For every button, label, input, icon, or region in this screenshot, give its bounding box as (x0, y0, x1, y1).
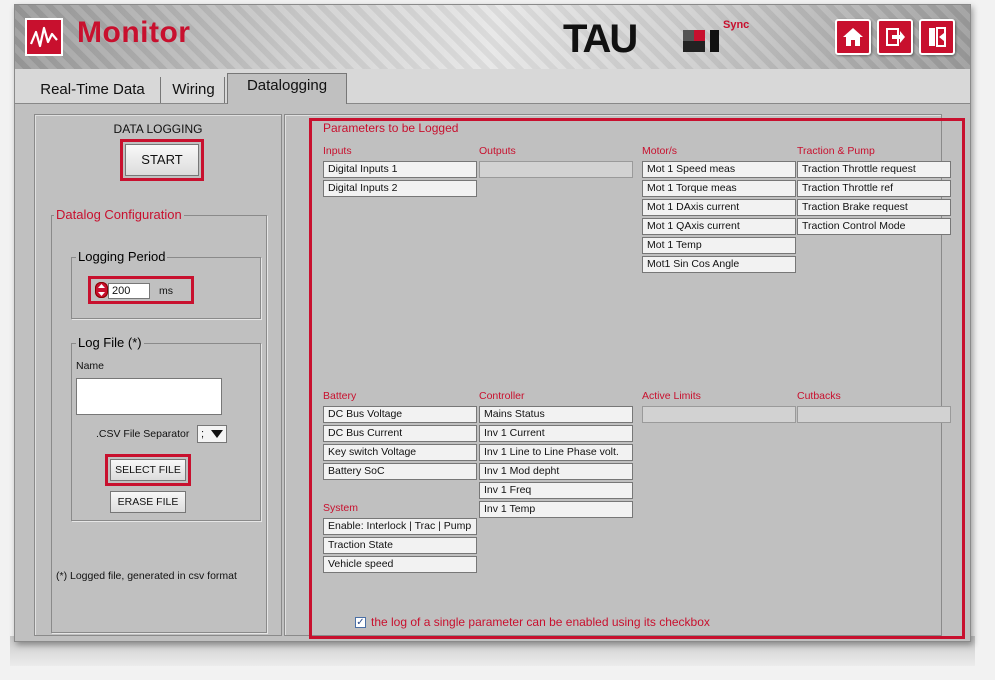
logout-icon (929, 27, 946, 47)
brand-name: TAU (563, 17, 638, 61)
home-button[interactable] (835, 19, 871, 55)
battery-title: Battery (323, 390, 357, 402)
param-digital-inputs-1[interactable]: Digital Inputs 1 (323, 161, 477, 178)
parameters-title: Parameters to be Logged (321, 121, 461, 135)
name-label: Name (76, 360, 105, 372)
param-mot1-sincos[interactable]: Mot1 Sin Cos Angle (642, 256, 796, 273)
brand-sync-label: Sync (723, 19, 750, 31)
param-traction-control-mode[interactable]: Traction Control Mode (797, 218, 951, 235)
param-mot1-temp[interactable]: Mot 1 Temp (642, 237, 796, 254)
tab-datalogging[interactable]: Datalogging (227, 73, 347, 104)
system-title: System (323, 502, 359, 514)
csv-separator-label: .CSV File Separator (96, 428, 190, 440)
erase-file-button[interactable]: ERASE FILE (110, 491, 186, 513)
param-mains-status[interactable]: Mains Status (479, 406, 633, 423)
logging-period-label: Logging Period (76, 249, 168, 264)
app-header: Monitor TAU Sync (15, 5, 970, 69)
csv-separator-value: ; (201, 428, 205, 440)
param-traction-throttle-ref[interactable]: Traction Throttle ref (797, 180, 951, 197)
period-input[interactable]: 200 (108, 283, 150, 299)
param-mot1-daxis[interactable]: Mot 1 DAxis current (642, 199, 796, 216)
param-inv1-current[interactable]: Inv 1 Current (479, 425, 633, 442)
home-icon (843, 28, 863, 46)
motors-title: Motor/s (642, 145, 678, 157)
checkbox-note: the log of a single parameter can be ena… (371, 615, 710, 629)
param-dc-bus-voltage[interactable]: DC Bus Voltage (323, 406, 477, 423)
log-file-group: Log File (*) Name .CSV File Separator ; … (71, 335, 261, 521)
param-traction-state[interactable]: Traction State (323, 537, 477, 554)
brand-block-icon (683, 30, 705, 52)
csv-separator-select[interactable]: ; (197, 425, 227, 443)
param-traction-brake-request[interactable]: Traction Brake request (797, 199, 951, 216)
period-unit: ms (159, 285, 173, 297)
select-file-button[interactable]: SELECT FILE (110, 459, 186, 481)
tab-wiring[interactable]: Wiring (163, 77, 225, 103)
param-traction-throttle-request[interactable]: Traction Throttle request (797, 161, 951, 178)
tab-real-time-data[interactable]: Real-Time Data (25, 77, 161, 103)
param-digital-inputs-2[interactable]: Digital Inputs 2 (323, 180, 477, 197)
log-file-label: Log File (*) (76, 335, 144, 350)
data-logging-title: DATA LOGGING (113, 122, 203, 136)
brand-bar (710, 30, 719, 52)
start-button[interactable]: START (125, 144, 199, 176)
param-battery-soc[interactable]: Battery SoC (323, 463, 477, 480)
param-key-switch-voltage[interactable]: Key switch Voltage (323, 444, 477, 461)
log-file-name-input[interactable] (76, 378, 222, 415)
note-checkbox: ✓ (355, 617, 366, 628)
param-mot1-qaxis[interactable]: Mot 1 QAxis current (642, 218, 796, 235)
param-inv1-temp[interactable]: Inv 1 Temp (479, 501, 633, 518)
datalog-configuration-group: Datalog Configuration Logging Period 200… (51, 207, 267, 633)
monitor-logo-icon (25, 18, 63, 56)
param-inv1-line-phase-volt[interactable]: Inv 1 Line to Line Phase volt. (479, 444, 633, 461)
traction-title: Traction & Pump (797, 145, 875, 157)
cutbacks-title: Cutbacks (797, 390, 841, 402)
logging-period-group: Logging Period 200 ms (71, 249, 261, 319)
parameters-pane: Parameters to be Logged Inputs Digital I… (284, 114, 965, 639)
param-inv1-mod-depht[interactable]: Inv 1 Mod depht (479, 463, 633, 480)
logout-button[interactable] (919, 19, 955, 55)
param-mot1-torque[interactable]: Mot 1 Torque meas (642, 180, 796, 197)
param-outputs-empty (479, 161, 633, 178)
exit-button[interactable] (877, 19, 913, 55)
datalogging-control-pane: DATA LOGGING START Datalog Configuration… (34, 114, 282, 636)
param-cutbacks-empty (797, 406, 951, 423)
param-dc-bus-current[interactable]: DC Bus Current (323, 425, 477, 442)
chevron-down-icon (211, 430, 223, 438)
outputs-title: Outputs (479, 145, 516, 157)
datalog-configuration-label: Datalog Configuration (54, 207, 184, 222)
param-vehicle-speed[interactable]: Vehicle speed (323, 556, 477, 573)
csv-footnote: (*) Logged file, generated in csv format (56, 570, 237, 582)
inputs-title: Inputs (323, 145, 352, 157)
controller-title: Controller (479, 390, 525, 402)
param-mot1-speed[interactable]: Mot 1 Speed meas (642, 161, 796, 178)
app-title: Monitor (77, 16, 191, 49)
period-stepper[interactable] (95, 282, 108, 298)
active-limits-title: Active Limits (642, 390, 701, 402)
param-active-limits-empty (642, 406, 796, 423)
param-enable-interlock[interactable]: Enable: Interlock | Trac | Pump (323, 518, 477, 535)
param-inv1-freq[interactable]: Inv 1 Freq (479, 482, 633, 499)
tab-bar: Real-Time Data Wiring Datalogging (15, 69, 970, 104)
exit-icon (886, 28, 905, 46)
